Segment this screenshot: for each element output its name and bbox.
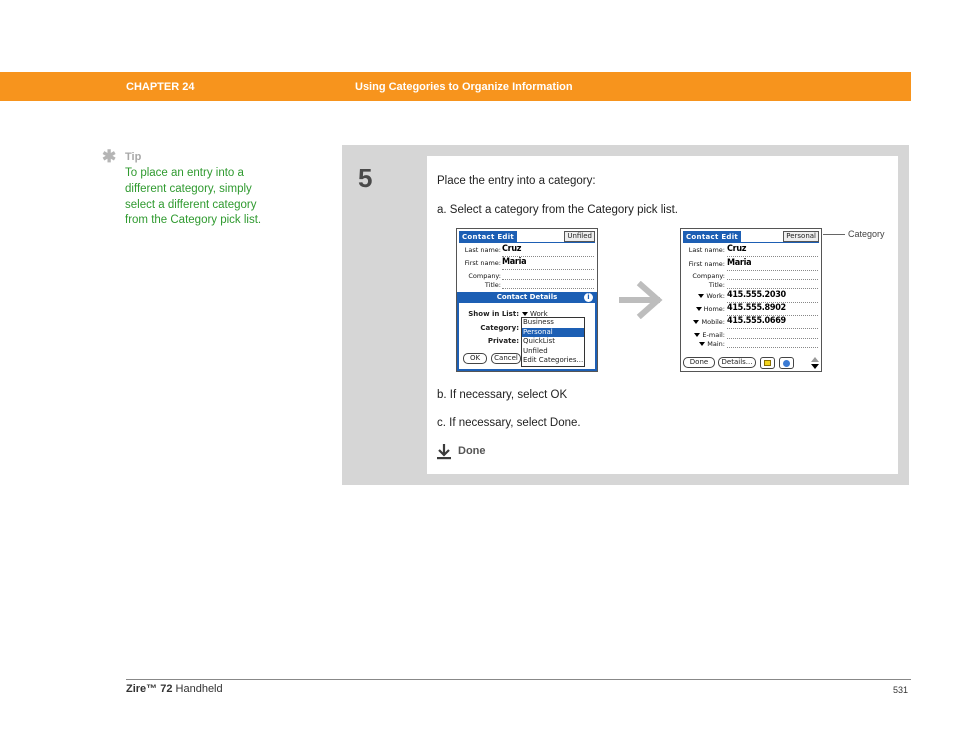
step-sub-b: b. If necessary, select OK — [437, 389, 568, 401]
step-sub-a: a. Select a category from the Category p… — [437, 204, 678, 216]
category-label: Category: — [480, 324, 519, 332]
menu-item-quicklist[interactable]: QuickList — [522, 337, 584, 347]
chapter-title: Using Categories to Organize Information — [355, 81, 573, 93]
asterisk-icon: ✱ — [102, 147, 117, 166]
title-label: Title: — [484, 281, 501, 289]
title-label: Title: — [708, 281, 725, 289]
email-label[interactable]: E-mail: — [683, 331, 725, 339]
scroll-arrows-icon[interactable] — [810, 356, 820, 370]
first-name-value[interactable]: Maria — [502, 257, 527, 267]
home-label[interactable]: Home: — [683, 305, 725, 313]
step-intro: Place the entry into a category: — [437, 175, 596, 187]
menu-item-edit-categories[interactable]: Edit Categories... — [522, 356, 584, 366]
add-icon[interactable] — [779, 357, 794, 369]
tip-text: To place an entry into a different categ… — [125, 167, 262, 227]
dropdown-triangle-icon — [698, 294, 705, 298]
work-label[interactable]: Work: — [683, 292, 725, 300]
screenshot-after: Contact Edit Personal Last name: Cruz Fi… — [680, 228, 822, 372]
menu-item-personal[interactable]: Personal — [522, 327, 584, 337]
page-number: 531 — [893, 685, 909, 695]
last-name-value[interactable]: Cruz — [502, 244, 522, 254]
home-phone-value[interactable]: 415.555.8902 — [727, 303, 786, 313]
dropdown-triangle-icon — [699, 342, 706, 346]
mobile-phone-value[interactable]: 415.555.0669 — [727, 316, 786, 326]
first-name-value[interactable]: Maria — [727, 258, 752, 268]
company-label: Company: — [468, 272, 501, 280]
last-name-label: Last name: — [688, 246, 725, 254]
contact-details-dialog: Contact Details i Show in List: Work Cat… — [457, 292, 597, 371]
right-arrow-icon — [619, 281, 663, 319]
dropdown-triangle-icon — [694, 333, 701, 337]
main-label[interactable]: Main: — [683, 340, 725, 348]
chapter-header-bar: CHAPTER 24 Using Categories to Organize … — [0, 72, 911, 101]
chapter-number: CHAPTER 24 — [126, 81, 195, 93]
last-name-value[interactable]: Cruz — [727, 244, 747, 254]
dropdown-triangle-icon — [693, 320, 700, 324]
first-name-label: First name: — [464, 259, 501, 267]
step-sub-c: c. If necessary, select Done. — [437, 417, 581, 429]
step-number: 5 — [358, 163, 373, 193]
ok-button[interactable]: OK — [463, 353, 487, 364]
callout-line — [823, 234, 845, 235]
footer-product-name: Zire™ 72 Handheld — [126, 683, 223, 695]
done-button[interactable]: Done — [683, 357, 715, 368]
callout-category-label: Category — [848, 229, 885, 239]
dialog-title: Contact Details — [459, 292, 595, 303]
down-arrow-icon — [437, 444, 451, 460]
menu-item-business[interactable]: Business — [522, 318, 584, 328]
menu-item-unfiled[interactable]: Unfiled — [522, 347, 584, 357]
footer-rule — [126, 679, 911, 680]
private-label: Private: — [487, 337, 519, 345]
company-label: Company: — [692, 272, 725, 280]
info-icon[interactable]: i — [584, 293, 593, 302]
category-picker[interactable]: Personal — [783, 231, 819, 242]
first-name-label: First name: — [688, 260, 725, 268]
category-picker[interactable]: Unfiled — [564, 231, 595, 242]
category-pick-list: Business Personal QuickList Unfiled Edit… — [521, 317, 585, 367]
dropdown-triangle-icon — [522, 312, 528, 316]
details-button[interactable]: Details... — [718, 357, 756, 368]
done-label: Done — [458, 445, 486, 457]
cancel-button[interactable]: Cancel — [491, 353, 521, 364]
tip-label: Tip — [125, 151, 142, 163]
mobile-label[interactable]: Mobile: — [683, 318, 725, 326]
last-name-label: Last name: — [464, 246, 501, 254]
note-icon[interactable] — [760, 357, 775, 369]
show-in-list-label: Show in List: — [468, 310, 519, 318]
work-phone-value[interactable]: 415.555.2030 — [727, 290, 786, 300]
dropdown-triangle-icon — [695, 307, 702, 311]
screenshot-before: Contact Edit Unfiled Last name: Cruz Fir… — [456, 228, 598, 372]
